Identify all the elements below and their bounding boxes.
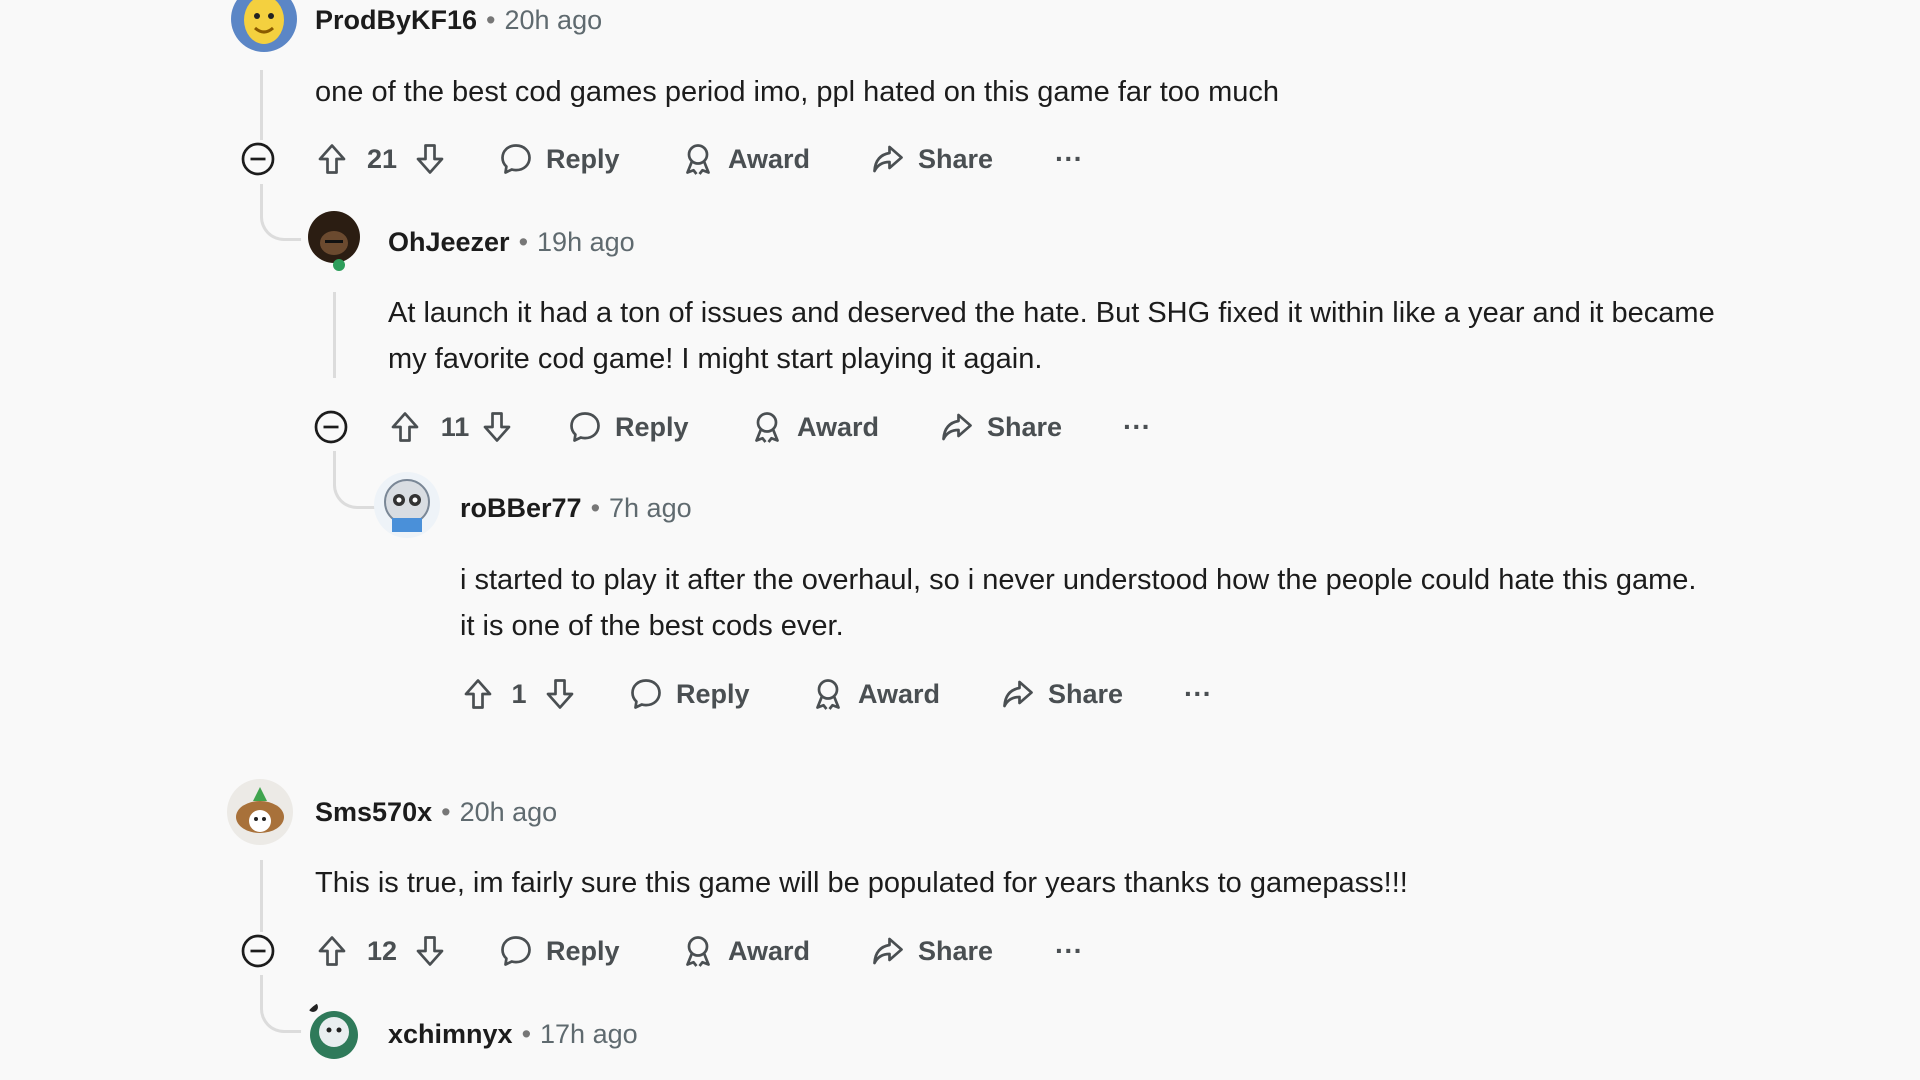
comment-text-line: At launch it had a ton of issues and des… bbox=[388, 297, 1715, 329]
vote-count: 11 bbox=[440, 411, 470, 442]
award-label: Award bbox=[797, 411, 880, 442]
share-button[interactable]: Share bbox=[1000, 669, 1123, 719]
comment-body: This is true, im fairly sure this game w… bbox=[315, 860, 1408, 906]
timestamp[interactable]: 7h ago bbox=[609, 493, 692, 523]
thread-line[interactable] bbox=[260, 70, 263, 140]
separator: • bbox=[486, 5, 496, 35]
reply-icon bbox=[501, 144, 531, 174]
timestamp[interactable]: 17h ago bbox=[540, 1019, 638, 1049]
award-icon bbox=[686, 144, 710, 175]
timestamp[interactable]: 20h ago bbox=[460, 797, 558, 827]
reply-button[interactable]: Reply bbox=[628, 669, 750, 719]
collapse-icon[interactable] bbox=[313, 402, 349, 452]
award-button[interactable]: Award bbox=[680, 134, 810, 184]
share-label: Share bbox=[918, 143, 994, 174]
separator: • bbox=[590, 493, 601, 523]
more-options-icon[interactable]: ··· bbox=[1123, 402, 1151, 452]
share-label: Share bbox=[1048, 678, 1124, 709]
timestamp[interactable]: 20h ago bbox=[505, 5, 603, 35]
downvote-icon[interactable] bbox=[542, 669, 578, 719]
award-button[interactable]: Award bbox=[680, 926, 810, 976]
award-label: Award bbox=[728, 935, 811, 966]
reply-icon bbox=[501, 936, 531, 966]
username[interactable]: Sms570x bbox=[315, 797, 432, 827]
more-options-icon[interactable]: ··· bbox=[1055, 134, 1083, 184]
collapse-icon[interactable] bbox=[240, 926, 276, 976]
comment-meta: ProdByKF16 • 20h ago bbox=[315, 2, 602, 38]
timestamp[interactable]: 19h ago bbox=[537, 227, 635, 257]
vote-count: 21 bbox=[366, 143, 398, 174]
vote-count: 12 bbox=[366, 935, 398, 966]
comment-text-line: my favorite cod game! I might start play… bbox=[388, 343, 1043, 375]
comment-text-line: it is one of the best cods ever. bbox=[460, 610, 844, 642]
award-label: Award bbox=[858, 678, 941, 709]
upvote-icon[interactable] bbox=[314, 134, 350, 184]
downvote-icon[interactable] bbox=[412, 134, 448, 184]
comment-body: i started to play it after the overhaul,… bbox=[460, 557, 1696, 649]
avatar[interactable] bbox=[227, 779, 293, 845]
share-button[interactable]: Share bbox=[870, 926, 993, 976]
award-icon bbox=[686, 936, 710, 967]
avatar[interactable] bbox=[231, 0, 297, 52]
upvote-icon[interactable] bbox=[460, 669, 496, 719]
reply-label: Reply bbox=[615, 411, 689, 442]
share-label: Share bbox=[987, 411, 1063, 442]
thread-line[interactable] bbox=[333, 292, 336, 378]
share-icon bbox=[1003, 680, 1033, 708]
comment-text-line: This is true, im fairly sure this game w… bbox=[315, 867, 1408, 899]
share-icon bbox=[873, 937, 903, 965]
comment-text-line: one of the best cod games period imo, pp… bbox=[315, 76, 1280, 108]
thread-line[interactable] bbox=[333, 451, 380, 509]
more-options-icon[interactable]: ··· bbox=[1184, 669, 1212, 719]
award-icon bbox=[755, 412, 779, 443]
separator: • bbox=[441, 797, 451, 827]
comment-meta: OhJeezer • 19h ago bbox=[388, 224, 635, 260]
username[interactable]: xchimnyx bbox=[388, 1019, 513, 1049]
separator: • bbox=[518, 227, 529, 257]
username[interactable]: ProdByKF16 bbox=[315, 5, 477, 35]
reply-button[interactable]: Reply bbox=[498, 926, 620, 976]
share-button[interactable]: Share bbox=[939, 402, 1062, 452]
downvote-icon[interactable] bbox=[479, 402, 515, 452]
avatar[interactable] bbox=[301, 999, 367, 1065]
award-button[interactable]: Award bbox=[749, 402, 879, 452]
downvote-icon[interactable] bbox=[412, 926, 448, 976]
username[interactable]: OhJeezer bbox=[388, 227, 510, 257]
more-options-icon[interactable]: ··· bbox=[1055, 926, 1083, 976]
share-label: Share bbox=[918, 935, 994, 966]
vote-count: 1 bbox=[511, 678, 527, 709]
award-button[interactable]: Award bbox=[810, 669, 940, 719]
reply-label: Reply bbox=[546, 143, 620, 174]
reply-icon bbox=[570, 412, 600, 442]
comment-text-line: i started to play it after the overhaul,… bbox=[460, 564, 1697, 596]
comment-meta: Sms570x • 20h ago bbox=[315, 794, 557, 830]
reply-button[interactable]: Reply bbox=[567, 402, 689, 452]
collapse-icon[interactable] bbox=[240, 134, 276, 184]
avatar[interactable] bbox=[301, 207, 367, 273]
comment-meta: xchimnyx • 17h ago bbox=[388, 1016, 638, 1052]
reply-label: Reply bbox=[546, 935, 620, 966]
separator: • bbox=[521, 1019, 532, 1049]
reply-icon bbox=[631, 679, 661, 709]
reply-button[interactable]: Reply bbox=[498, 134, 620, 184]
comment-body: At launch it had a ton of issues and des… bbox=[388, 290, 1715, 382]
avatar[interactable] bbox=[374, 472, 440, 538]
thread-line[interactable] bbox=[260, 860, 263, 932]
award-icon bbox=[816, 679, 840, 710]
share-button[interactable]: Share bbox=[870, 134, 993, 184]
comment-body: one of the best cod games period imo, pp… bbox=[315, 69, 1279, 115]
reply-label: Reply bbox=[676, 678, 750, 709]
award-label: Award bbox=[728, 143, 811, 174]
share-icon bbox=[942, 413, 972, 441]
upvote-icon[interactable] bbox=[387, 402, 423, 452]
username[interactable]: roBBer77 bbox=[460, 493, 582, 523]
share-icon bbox=[873, 145, 903, 173]
upvote-icon[interactable] bbox=[314, 926, 350, 976]
comment-meta: roBBer77 • 7h ago bbox=[460, 490, 692, 526]
